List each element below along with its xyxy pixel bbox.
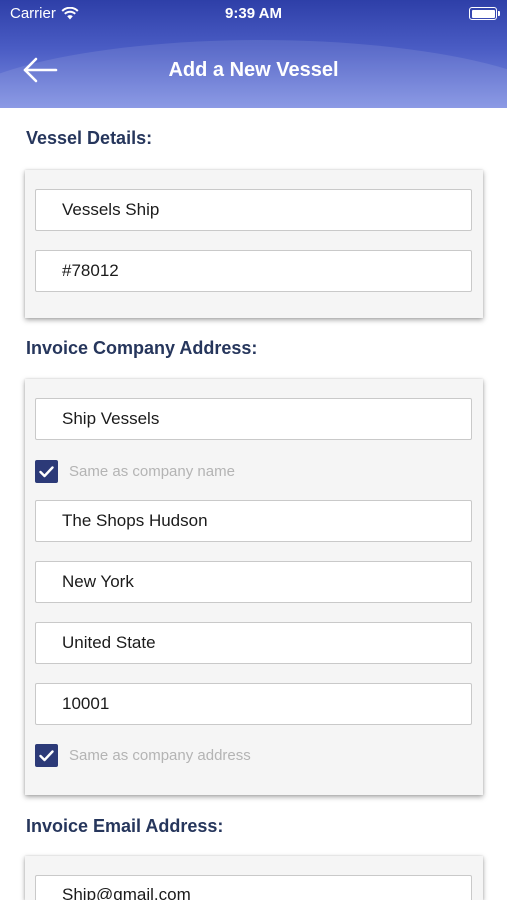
checkmark-icon <box>39 749 54 761</box>
status-bar: Carrier 9:39 AM <box>0 0 507 28</box>
same-as-company-name-checkbox[interactable] <box>35 460 58 483</box>
vessel-details-card: Vessels Ship #78012 <box>25 170 483 318</box>
invoice-email-address-title: Invoice Email Address: <box>26 816 224 836</box>
invoice-company-address-title: Invoice Company Address: <box>26 338 258 358</box>
battery-icon <box>469 7 500 20</box>
company-name-field[interactable]: Ship Vessels <box>35 398 472 440</box>
same-as-company-name-label: Same as company name <box>69 463 235 480</box>
header: Carrier 9:39 AM Add a New Vessel <box>0 0 507 108</box>
country-field[interactable]: United State <box>35 622 472 664</box>
email-field[interactable]: Ship@gmail.com <box>35 875 472 900</box>
same-as-company-address-label: Same as company address <box>69 747 251 764</box>
street-address-field[interactable]: The Shops Hudson <box>35 500 472 542</box>
same-as-company-address-checkbox[interactable] <box>35 744 58 767</box>
status-time: 9:39 AM <box>225 5 282 22</box>
same-as-company-address-row[interactable]: Same as company address <box>35 744 251 767</box>
zip-code-field[interactable]: 10001 <box>35 683 472 725</box>
vessel-name-field[interactable]: Vessels Ship <box>35 189 472 231</box>
page-title: Add a New Vessel <box>168 59 339 81</box>
invoice-email-address-card: Ship@gmail.com <box>25 856 483 900</box>
vessel-number-field[interactable]: #78012 <box>35 250 472 292</box>
checkmark-icon <box>39 465 54 477</box>
vessel-details-title: Vessel Details: <box>26 128 153 148</box>
city-field[interactable]: New York <box>35 561 472 603</box>
invoice-company-address-card: Ship Vessels Same as company name The Sh… <box>25 379 483 795</box>
same-as-company-name-row[interactable]: Same as company name <box>35 460 235 483</box>
